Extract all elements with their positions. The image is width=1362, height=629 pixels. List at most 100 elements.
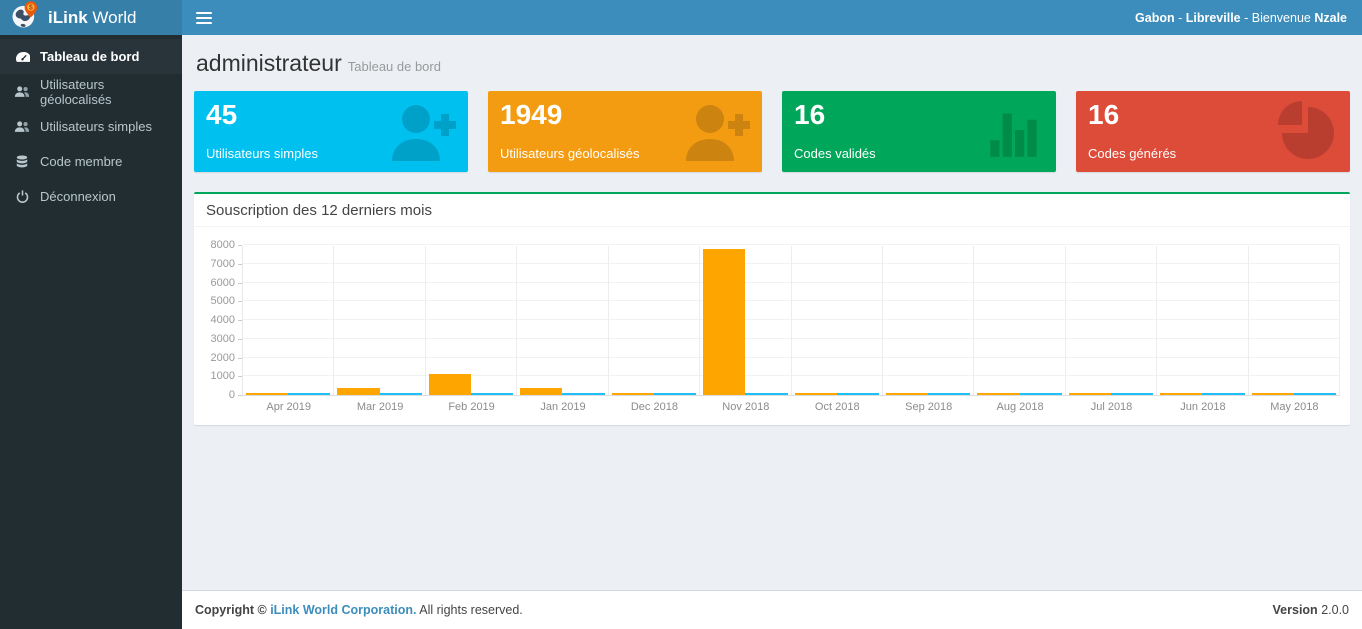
chart-bar-souscriptions-orange	[703, 249, 745, 395]
sidebar-menu: Tableau de bordUtilisateurs géolocalisés…	[0, 35, 182, 214]
chart-month-group-feb-2019	[426, 246, 517, 395]
footer: Copyright © iLink World Corporation. All…	[182, 590, 1362, 629]
chart-bar-souscriptions-bleues	[1294, 393, 1336, 395]
chart-bar-souscriptions-bleues	[288, 393, 330, 395]
gridline	[243, 244, 1340, 245]
chart-bar-souscriptions-orange	[1160, 393, 1202, 395]
content-area: administrateurTableau de bord 45Utilisat…	[182, 35, 1362, 590]
chart-month-group-aug-2018	[974, 246, 1065, 395]
chart-bar-souscriptions-orange	[337, 388, 379, 395]
stat-card-utilisateurs-simples: 45Utilisateurs simples	[194, 91, 468, 172]
brand-name: iLink World	[48, 8, 137, 28]
svg-text:$: $	[29, 4, 33, 12]
navbar-username: Nzale	[1314, 11, 1347, 25]
footer-version-label: Version	[1273, 603, 1318, 617]
chart-bar-souscriptions-orange	[520, 388, 562, 395]
chart-bar-souscriptions-orange	[795, 393, 837, 395]
chart-bar-souscriptions-orange	[612, 393, 654, 395]
footer-company-link[interactable]: iLink World Corporation.	[270, 603, 416, 617]
navbar-user-info: Gabon - Libreville - Bienvenue Nzale	[1135, 11, 1347, 25]
sidebar-item-label: Code membre	[40, 154, 122, 169]
chart-bar-souscriptions-bleues	[1020, 393, 1062, 395]
sidebar-item-label: Utilisateurs simples	[40, 119, 152, 134]
chart-bar-souscriptions-orange	[886, 393, 928, 395]
app-window: $ iLink World Tableau de bordUtilisateur…	[0, 0, 1362, 629]
x-axis-tick-label: Apr 2019	[243, 401, 334, 413]
sidebar-item-deconnexion[interactable]: Déconnexion	[0, 179, 182, 214]
chart-bar-souscriptions-bleues	[562, 393, 604, 395]
footer-rights: All rights reserved.	[416, 603, 522, 617]
x-axis-tick-label: Oct 2018	[792, 401, 883, 413]
stat-cards-row: 45Utilisateurs simples1949Utilisateurs g…	[194, 91, 1350, 172]
brand-logo[interactable]: $ iLink World	[0, 0, 182, 35]
stat-card-label: Utilisateurs géolocalisés	[500, 146, 639, 161]
chart-bar-souscriptions-bleues	[654, 393, 696, 395]
sidebar-item-label: Utilisateurs géolocalisés	[40, 77, 168, 107]
footer-version-value: 2.0.0	[1321, 603, 1349, 617]
chart-month-group-jan-2019	[517, 246, 608, 395]
x-axis-tick-label: Dec 2018	[609, 401, 700, 413]
x-axis-tick-label: May 2018	[1249, 401, 1340, 413]
chart-bar-souscriptions-bleues	[837, 393, 879, 395]
sidebar: $ iLink World Tableau de bordUtilisateur…	[0, 0, 182, 629]
dashboard-icon	[14, 51, 30, 63]
chart-month-group-mar-2019	[334, 246, 425, 395]
y-axis-tick-label: 3000	[211, 334, 242, 345]
navbar-country: Gabon	[1135, 11, 1175, 25]
sidebar-item-tableau-de-bord[interactable]: Tableau de bord	[0, 39, 182, 74]
chart-month-group-jul-2018	[1066, 246, 1157, 395]
chart-plot	[242, 246, 1340, 396]
chart-bar-souscriptions-orange	[977, 393, 1019, 395]
x-axis-tick-label: Nov 2018	[700, 401, 791, 413]
page-subtitle: Tableau de bord	[348, 59, 441, 74]
sidebar-item-code-membre[interactable]: Code membre	[0, 144, 182, 179]
chart-month-group-nov-2018	[700, 246, 791, 395]
hamburger-menu-icon[interactable]	[196, 12, 212, 24]
stat-card-codes-valides: 16Codes validés	[782, 91, 1056, 172]
pie-chart-icon	[1272, 97, 1342, 165]
footer-copyright: Copyright © iLink World Corporation. All…	[195, 603, 523, 617]
subscription-panel: Souscription des 12 derniers mois 010002…	[194, 192, 1350, 425]
sidebar-item-utilisateurs-simples[interactable]: Utilisateurs simples	[0, 109, 182, 144]
panel-title: Souscription des 12 derniers mois	[194, 194, 1350, 227]
chart-bar-souscriptions-bleues	[471, 393, 513, 395]
navbar-separator: -	[1244, 11, 1248, 25]
page-header: administrateurTableau de bord	[196, 50, 1348, 77]
chart-month-group-jun-2018	[1157, 246, 1248, 395]
chart-month-group-may-2018	[1249, 246, 1340, 395]
main-area: Gabon - Libreville - Bienvenue Nzale adm…	[182, 0, 1362, 629]
stat-card-codes-generes: 16Codes générés	[1076, 91, 1350, 172]
navbar-city: Libreville	[1186, 11, 1241, 25]
y-axis-tick-label: 4000	[211, 315, 242, 326]
stat-card-utilisateurs-geolocalises: 1949Utilisateurs géolocalisés	[488, 91, 762, 172]
user-plus-icon	[382, 97, 460, 165]
y-axis-tick-label: 1000	[211, 371, 242, 382]
brand-name-bold: iLink	[48, 8, 88, 27]
footer-copyright-label: Copyright ©	[195, 603, 270, 617]
top-navbar: Gabon - Libreville - Bienvenue Nzale	[182, 0, 1362, 35]
globe-pin-icon: $	[10, 0, 40, 35]
footer-version: Version 2.0.0	[1273, 603, 1349, 617]
x-axis-tick-label: Sep 2018	[883, 401, 974, 413]
x-axis-tick-label: Jun 2018	[1157, 401, 1248, 413]
chart-bar-souscriptions-bleues	[1111, 393, 1153, 395]
y-axis-tick-label: 6000	[211, 278, 242, 289]
chart-bar-souscriptions-orange	[1252, 393, 1294, 395]
chart-bar-souscriptions-orange	[429, 374, 471, 395]
y-axis-tick-label: 0	[229, 390, 242, 401]
chart-bar-souscriptions-bleues	[928, 393, 970, 395]
chart-x-axis: Apr 2019Mar 2019Feb 2019Jan 2019Dec 2018…	[243, 401, 1340, 413]
stat-card-label: Codes validés	[794, 146, 876, 161]
sidebar-item-utilisateurs-geolocalises[interactable]: Utilisateurs géolocalisés	[0, 74, 182, 109]
y-axis-tick-label: 7000	[211, 259, 242, 270]
x-axis-tick-label: Jan 2019	[517, 401, 608, 413]
navbar-separator: -	[1178, 11, 1182, 25]
chart-month-group-oct-2018	[792, 246, 883, 395]
subscription-chart: 010002000300040005000600070008000 Apr 20…	[194, 227, 1350, 425]
stat-card-label: Utilisateurs simples	[206, 146, 318, 161]
chart-bar-souscriptions-bleues	[380, 393, 422, 395]
x-axis-tick-label: Feb 2019	[426, 401, 517, 413]
x-axis-tick-label: Jul 2018	[1066, 401, 1157, 413]
chart-month-group-apr-2019	[243, 246, 334, 395]
chart-y-axis: 010002000300040005000600070008000	[202, 246, 242, 396]
